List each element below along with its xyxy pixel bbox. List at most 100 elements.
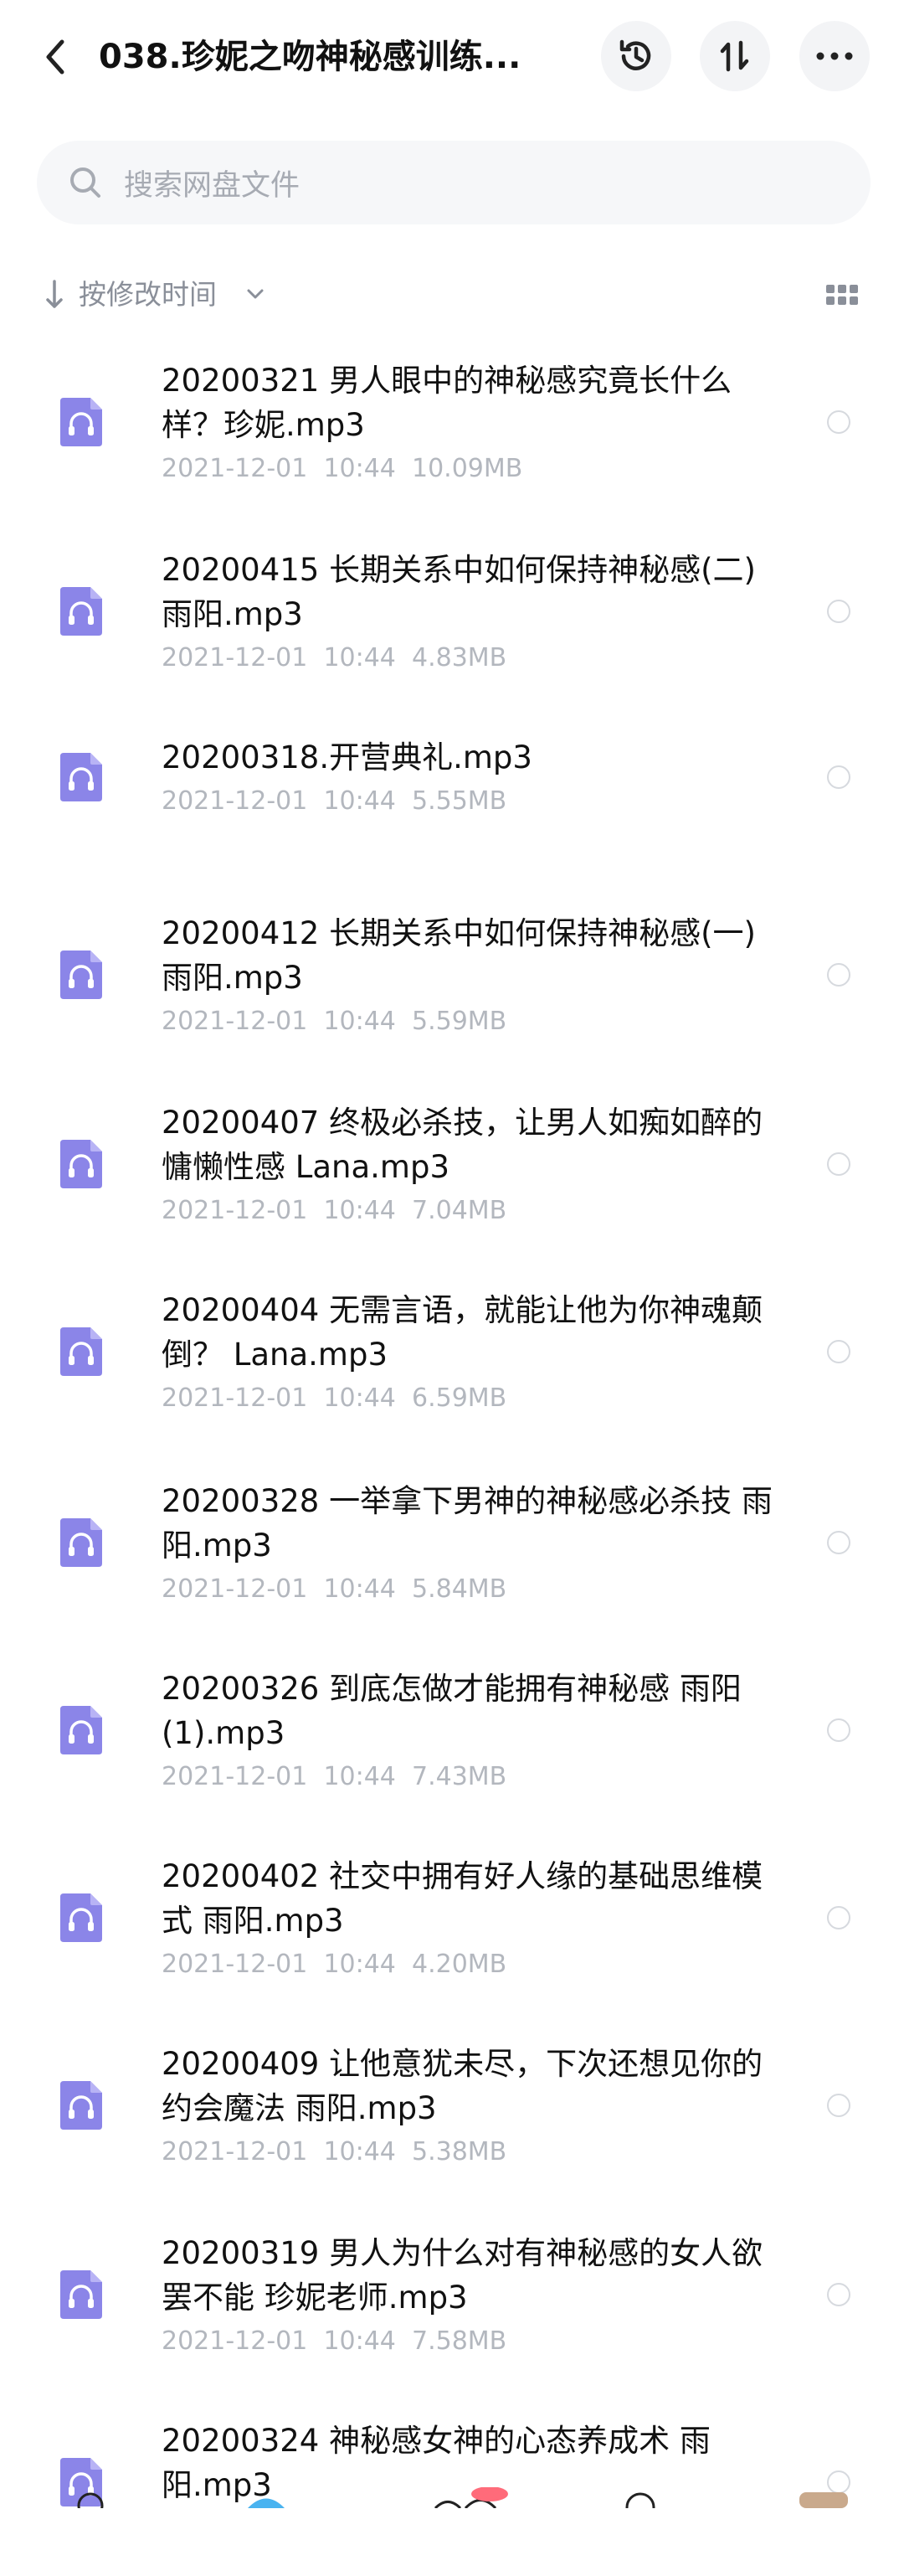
audio-file-icon bbox=[60, 1518, 102, 1567]
select-checkbox[interactable] bbox=[827, 2283, 850, 2306]
select-checkbox[interactable] bbox=[827, 1531, 850, 1554]
file-row[interactable]: 20200324 神秘感女神的心态养成术 雨阳.mp3 bbox=[0, 2387, 904, 2576]
file-time: 10:44 bbox=[323, 2326, 396, 2356]
file-name: 20200321 男人眼中的神秘感究竟长什么样？珍妮.mp3 bbox=[162, 363, 732, 443]
file-date: 2021-12-01 bbox=[162, 454, 308, 483]
file-meta: 2021-12-01 10:44 7.43MB bbox=[162, 1760, 506, 1794]
audio-file-icon bbox=[60, 1893, 102, 1942]
select-checkbox[interactable] bbox=[827, 963, 850, 987]
back-button[interactable] bbox=[33, 32, 75, 82]
arrow-down-icon bbox=[42, 275, 67, 315]
select-checkbox[interactable] bbox=[827, 1152, 850, 1176]
file-row[interactable]: 20200328 一举拿下男神的神秘感必杀技 雨阳.mp3 2021-12-01 … bbox=[0, 1447, 904, 1636]
file-meta: 2021-12-01 10:44 5.38MB bbox=[162, 2136, 506, 2169]
search-bar[interactable]: 搜索网盘文件 bbox=[37, 141, 871, 224]
select-checkbox[interactable] bbox=[827, 410, 850, 434]
bottom-nav bbox=[0, 2486, 904, 2522]
file-size: 7.58MB bbox=[411, 2326, 507, 2356]
file-name: 20200319 男人为什么对有神秘感的女人欲罢不能 珍妮老师.mp3 bbox=[162, 2235, 763, 2316]
audio-file-icon bbox=[60, 587, 102, 636]
select-checkbox[interactable] bbox=[827, 765, 850, 789]
file-size: 5.59MB bbox=[411, 1007, 507, 1036]
bottom-nav-icons bbox=[77, 2486, 848, 2522]
file-date: 2021-12-01 bbox=[162, 1762, 308, 1791]
file-date: 2021-12-01 bbox=[162, 643, 308, 672]
file-date: 2021-12-01 bbox=[162, 1196, 308, 1225]
history-icon bbox=[619, 39, 651, 70]
file-time: 10:44 bbox=[323, 2137, 396, 2166]
more-button[interactable] bbox=[799, 21, 870, 91]
sort-selector[interactable]: 按修改时间 bbox=[79, 270, 217, 320]
audio-file-icon bbox=[60, 1706, 102, 1754]
file-name: 20200415 长期关系中如何保持神秘感(二) 雨阳.mp3 bbox=[162, 552, 756, 632]
file-row[interactable]: 20200409 让他意犹未尽，下次还想见你的约会魔法 雨阳.mp3 2021-1… bbox=[0, 2010, 904, 2199]
chevron-down-icon[interactable] bbox=[243, 281, 268, 307]
audio-file-icon bbox=[60, 1140, 102, 1188]
file-size: 6.59MB bbox=[411, 1383, 507, 1413]
audio-file-icon bbox=[60, 2081, 102, 2130]
more-dots-icon bbox=[816, 52, 853, 60]
file-meta: 2021-12-01 10:44 5.55MB bbox=[162, 785, 506, 818]
file-date: 2021-12-01 bbox=[162, 2137, 308, 2166]
sort-updown-icon bbox=[720, 40, 749, 72]
file-date: 2021-12-01 bbox=[162, 1007, 308, 1036]
file-size: 5.84MB bbox=[411, 1574, 507, 1604]
file-row[interactable]: 20200318.开营典礼.mp3 2021-12-01 10:44 5.55MB bbox=[0, 703, 904, 893]
file-size: 7.43MB bbox=[411, 1762, 507, 1791]
file-row[interactable]: 20200319 男人为什么对有神秘感的女人欲罢不能 珍妮老师.mp3 2021-… bbox=[0, 2199, 904, 2388]
file-row[interactable]: 20200326 到底怎做才能拥有神秘感 雨阳 (1).mp3 2021-12-0… bbox=[0, 1635, 904, 1824]
file-time: 10:44 bbox=[323, 1762, 396, 1791]
file-meta: 2021-12-01 10:44 7.04MB bbox=[162, 1194, 506, 1228]
file-name: 20200326 到底怎做才能拥有神秘感 雨阳 (1).mp3 bbox=[162, 1671, 742, 1751]
file-date: 2021-12-01 bbox=[162, 1574, 308, 1604]
audio-file-icon bbox=[60, 1327, 102, 1376]
file-time: 10:44 bbox=[323, 786, 396, 816]
file-name: 20200407 终极必杀技，让男人如痴如醉的慵懒性感 Lana.mp3 bbox=[162, 1105, 763, 1185]
file-name: 20200412 长期关系中如何保持神秘感(一) 雨阳.mp3 bbox=[162, 915, 756, 996]
file-row[interactable]: 20200415 长期关系中如何保持神秘感(二) 雨阳.mp3 2021-12-0… bbox=[0, 516, 904, 705]
file-size: 7.04MB bbox=[411, 1196, 507, 1225]
file-time: 10:44 bbox=[323, 1574, 396, 1604]
file-row[interactable]: 20200412 长期关系中如何保持神秘感(一) 雨阳.mp3 2021-12-0… bbox=[0, 879, 904, 1069]
file-meta: 2021-12-01 10:44 6.59MB bbox=[162, 1382, 506, 1415]
select-checkbox[interactable] bbox=[827, 1718, 850, 1742]
grid-view-button[interactable] bbox=[824, 278, 860, 312]
audio-file-icon bbox=[60, 752, 102, 801]
file-row[interactable]: 20200402 社交中拥有好人缘的基础思维模式 雨阳.mp3 2021-12-0… bbox=[0, 1822, 904, 2012]
file-meta: 2021-12-01 10:44 10.09MB bbox=[162, 452, 522, 486]
file-time: 10:44 bbox=[323, 1007, 396, 1036]
file-size: 4.20MB bbox=[411, 1950, 507, 1979]
file-name: 20200409 让他意犹未尽，下次还想见你的约会魔法 雨阳.mp3 bbox=[162, 2046, 763, 2126]
search-placeholder: 搜索网盘文件 bbox=[124, 168, 300, 203]
file-date: 2021-12-01 bbox=[162, 1383, 308, 1413]
file-name: 20200402 社交中拥有好人缘的基础思维模式 雨阳.mp3 bbox=[162, 1858, 763, 1939]
file-time: 10:44 bbox=[323, 1383, 396, 1413]
file-row[interactable]: 20200321 男人眼中的神秘感究竟长什么样？珍妮.mp3 2021-12-01… bbox=[0, 327, 904, 516]
file-size: 5.55MB bbox=[411, 786, 507, 816]
file-meta: 2021-12-01 10:44 4.20MB bbox=[162, 1948, 506, 1981]
grid-view-icon bbox=[826, 285, 858, 305]
file-meta: 2021-12-01 10:44 5.59MB bbox=[162, 1005, 506, 1038]
history-button[interactable] bbox=[601, 21, 671, 91]
select-checkbox[interactable] bbox=[827, 1340, 850, 1363]
sort-button[interactable] bbox=[700, 21, 770, 91]
select-checkbox[interactable] bbox=[827, 2094, 850, 2117]
file-meta: 2021-12-01 10:44 5.84MB bbox=[162, 1573, 506, 1606]
sort-bar: 按修改时间 bbox=[0, 270, 904, 320]
audio-file-icon bbox=[60, 2270, 102, 2319]
file-row[interactable]: 20200407 终极必杀技，让男人如痴如醉的慵懒性感 Lana.mp3 2021… bbox=[0, 1069, 904, 1258]
top-bar: 038.珍妮之吻神秘感训练... bbox=[0, 0, 904, 113]
file-size: 10.09MB bbox=[411, 454, 523, 483]
audio-file-icon bbox=[60, 951, 102, 999]
file-time: 10:44 bbox=[323, 643, 396, 672]
file-name: 20200404 无需言语，就能让他为你神魂颠倒？ Lana.mp3 bbox=[162, 1292, 763, 1373]
page-title: 038.珍妮之吻神秘感训练... bbox=[99, 38, 521, 76]
file-row[interactable]: 20200404 无需言语，就能让他为你神魂颠倒？ Lana.mp3 2021-1… bbox=[0, 1256, 904, 1445]
select-checkbox[interactable] bbox=[827, 1906, 850, 1929]
file-size: 5.38MB bbox=[411, 2137, 507, 2166]
chevron-left-icon bbox=[46, 39, 64, 75]
file-time: 10:44 bbox=[323, 454, 396, 483]
file-meta: 2021-12-01 10:44 7.58MB bbox=[162, 2325, 506, 2358]
select-checkbox[interactable] bbox=[827, 600, 850, 623]
file-time: 10:44 bbox=[323, 1950, 396, 1979]
